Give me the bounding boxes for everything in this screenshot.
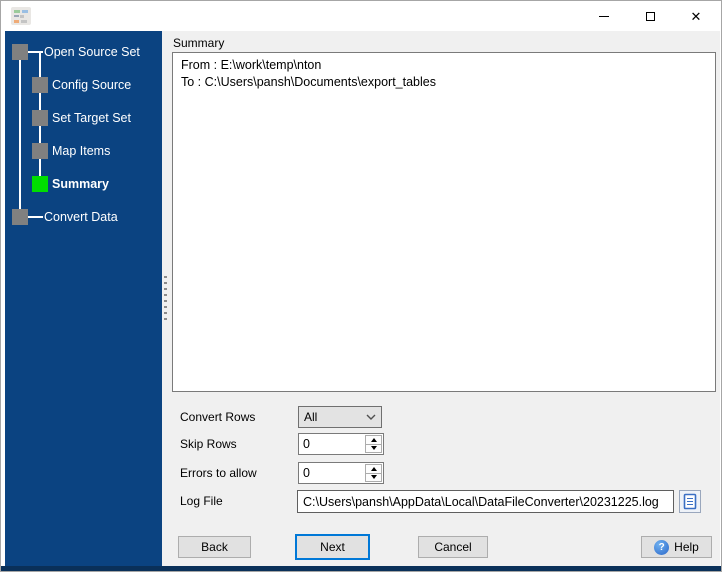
back-button[interactable]: Back	[178, 536, 251, 558]
step-square	[12, 44, 28, 60]
arrow-up-icon	[370, 437, 377, 442]
wizard-window: ✕ Open Source Set Config Source Set Targ…	[0, 0, 722, 572]
wizard-steps-sidebar: Open Source Set Config Source Set Target…	[5, 31, 162, 567]
step-label: Map Items	[52, 144, 111, 158]
summary-from-line: From : E:\work\temp\nton	[181, 58, 322, 72]
close-icon: ✕	[690, 8, 702, 24]
log-file-browse-button[interactable]	[679, 490, 701, 513]
tree-line-main	[19, 52, 21, 217]
close-button[interactable]: ✕	[673, 1, 719, 31]
skip-rows-input[interactable]	[299, 434, 363, 454]
arrow-down-icon	[370, 446, 377, 451]
step-label: Convert Data	[44, 210, 118, 224]
help-button[interactable]: ? Help	[641, 536, 712, 558]
minimize-icon	[599, 15, 609, 17]
summary-to-line: To : C:\Users\pansh\Documents\export_tab…	[181, 75, 436, 89]
errors-to-allow-input[interactable]	[299, 463, 363, 483]
errors-to-allow-label: Errors to allow	[180, 466, 257, 480]
step-label: Set Target Set	[52, 111, 131, 125]
convert-rows-value: All	[304, 410, 318, 424]
spin-down-button[interactable]	[365, 473, 382, 482]
arrow-up-icon	[370, 466, 377, 471]
errors-spin-buttons	[365, 464, 382, 482]
summary-textbox[interactable]: From : E:\work\temp\nton To : C:\Users\p…	[172, 52, 716, 392]
skip-rows-spinner	[298, 433, 384, 455]
minimize-button[interactable]	[581, 1, 627, 31]
document-icon	[683, 493, 697, 510]
title-bar: ✕	[1, 1, 721, 31]
step-square	[32, 77, 48, 93]
step-label: Summary	[52, 177, 109, 191]
convert-rows-select[interactable]: All	[298, 406, 382, 428]
skip-rows-label: Skip Rows	[180, 437, 237, 451]
window-bottom-border	[1, 566, 721, 571]
next-button[interactable]: Next	[295, 534, 370, 560]
window-controls: ✕	[581, 1, 719, 31]
help-icon: ?	[654, 539, 670, 555]
log-file-input[interactable]	[297, 490, 674, 513]
step-square	[32, 143, 48, 159]
panel-title: Summary	[173, 36, 225, 50]
errors-to-allow-spinner	[298, 462, 384, 484]
help-button-label: Help	[674, 540, 699, 554]
active-step-square	[32, 176, 48, 192]
spin-up-button[interactable]	[365, 435, 382, 445]
sidebar-splitter[interactable]	[162, 31, 169, 567]
step-label: Open Source Set	[44, 45, 140, 59]
spin-down-button[interactable]	[365, 444, 382, 453]
step-square	[12, 209, 28, 225]
log-file-label: Log File	[180, 494, 223, 508]
maximize-button[interactable]	[627, 1, 673, 31]
next-button-label: Next	[320, 540, 345, 554]
arrow-down-icon	[370, 475, 377, 480]
cancel-button-label: Cancel	[434, 540, 472, 554]
spin-up-button[interactable]	[365, 464, 382, 474]
splitter-grip-icon	[164, 276, 167, 324]
back-button-label: Back	[201, 540, 228, 554]
convert-rows-label: Convert Rows	[180, 410, 256, 424]
step-label: Config Source	[52, 78, 132, 92]
app-grid-icon[interactable]	[11, 7, 31, 25]
maximize-icon	[645, 11, 655, 21]
cancel-button[interactable]: Cancel	[418, 536, 488, 558]
chevron-down-icon	[366, 414, 376, 420]
skip-rows-spin-buttons	[365, 435, 382, 453]
summary-panel: Summary From : E:\work\temp\nton To : C:…	[169, 31, 720, 567]
step-square	[32, 110, 48, 126]
